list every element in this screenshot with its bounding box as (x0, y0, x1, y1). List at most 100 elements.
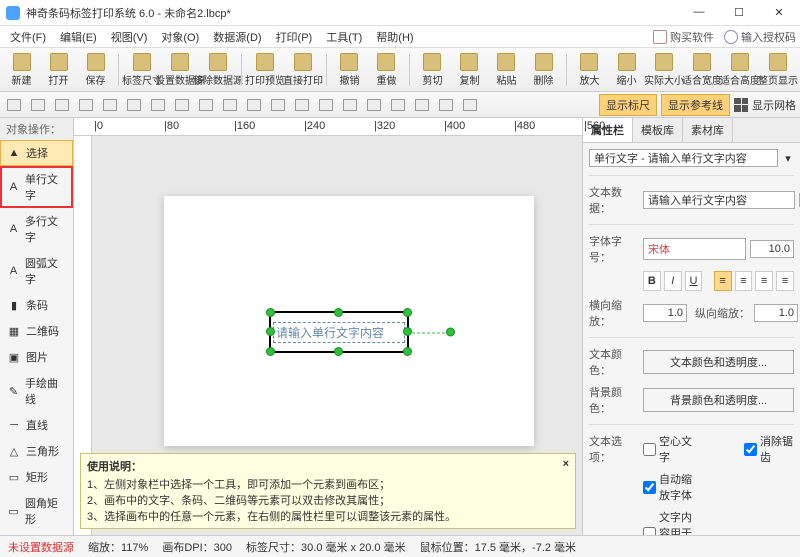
vscale-input[interactable] (754, 304, 798, 322)
align-button-15[interactable] (364, 95, 384, 115)
toolbar-删除[interactable]: 删除 (526, 51, 561, 89)
menu-tools[interactable]: 工具(T) (320, 27, 368, 47)
use-for-qr-checkbox[interactable]: 文字内容用于二维码 (643, 509, 693, 535)
hollow-text-checkbox[interactable]: 空心文字 (643, 433, 693, 465)
resize-handle-nw[interactable] (266, 308, 275, 317)
align-button-10[interactable] (244, 95, 264, 115)
tool-单行文字[interactable]: A单行文字 (0, 166, 73, 208)
menu-print[interactable]: 打印(P) (270, 27, 319, 47)
tool-矩形[interactable]: ▭矩形 (0, 464, 73, 490)
align-right-button[interactable]: ≡ (755, 271, 773, 291)
align-button-18[interactable] (436, 95, 456, 115)
resize-handle-e[interactable] (403, 327, 412, 336)
align-left-button[interactable]: ≡ (714, 271, 732, 291)
toolbar-撤销[interactable]: 撤销 (332, 51, 367, 89)
toggle-guides[interactable]: 显示参考线 (661, 94, 730, 116)
bg-color-button[interactable]: 背景颜色和透明度... (643, 388, 794, 412)
toolbar-复制[interactable]: 复制 (452, 51, 487, 89)
menu-view[interactable]: 视图(V) (105, 27, 154, 47)
resize-handle-s[interactable] (334, 347, 343, 356)
align-button-16[interactable] (388, 95, 408, 115)
maximize-button[interactable]: ☐ (724, 6, 754, 19)
font-size-input[interactable] (750, 240, 794, 258)
align-center-button[interactable]: ≡ (735, 271, 753, 291)
toolbar-直接打印[interactable]: 直接打印 (285, 51, 321, 89)
align-justify-button[interactable]: ≡ (776, 271, 794, 291)
tool-三角形[interactable]: △三角形 (0, 438, 73, 464)
canvas-area[interactable]: 请输入单行文字内容 × 使用说明： 1、左侧对象栏中选择一个工具，即可添加一个元… (74, 136, 582, 535)
resize-handle-sw[interactable] (266, 347, 275, 356)
rotate-handle[interactable] (446, 328, 455, 337)
toolbar-保存[interactable]: 保存 (78, 51, 113, 89)
buy-software-link[interactable]: 购买软件 (653, 29, 714, 45)
tool-二维码[interactable]: ▦二维码 (0, 318, 73, 344)
tool-直线[interactable]: ─直线 (0, 412, 73, 438)
resize-handle-n[interactable] (334, 308, 343, 317)
toggle-grid[interactable]: 显示网格 (734, 97, 796, 113)
autoscale-checkbox[interactable]: 自动缩放字体 (643, 471, 693, 503)
minimize-button[interactable]: — (684, 6, 714, 19)
toolbar-打印预览[interactable]: 打印预览 (247, 51, 283, 89)
tool-圆弧文字[interactable]: A圆弧文字 (0, 250, 73, 292)
toolbar-缩小[interactable]: 缩小 (609, 51, 644, 89)
toolbar-实际大小[interactable]: 实际大小 (646, 51, 682, 89)
toolbar-打开[interactable]: 打开 (41, 51, 76, 89)
align-button-8[interactable] (196, 95, 216, 115)
font-family-select[interactable]: 宋体 (643, 238, 746, 260)
resize-handle-se[interactable] (403, 347, 412, 356)
menu-datasource[interactable]: 数据源(D) (207, 27, 267, 47)
align-button-13[interactable] (316, 95, 336, 115)
toggle-ruler[interactable]: 显示标尺 (599, 94, 657, 116)
menu-edit[interactable]: 编辑(E) (54, 27, 103, 47)
align-button-17[interactable] (412, 95, 432, 115)
toolbar-粘贴[interactable]: 粘贴 (489, 51, 524, 89)
align-button-5[interactable] (124, 95, 144, 115)
menu-file[interactable]: 文件(F) (4, 27, 52, 47)
toolbar-剪切[interactable]: 剪切 (415, 51, 450, 89)
align-button-1[interactable] (28, 95, 48, 115)
tool-条码[interactable]: ▮条码 (0, 292, 73, 318)
menu-help[interactable]: 帮助(H) (370, 27, 419, 47)
align-button-9[interactable] (220, 95, 240, 115)
underline-button[interactable]: U (685, 271, 703, 291)
toolbar-整页显示[interactable]: 整页显示 (760, 51, 796, 89)
tool-选择[interactable]: ▲选择 (0, 140, 73, 166)
text-data-input[interactable] (643, 191, 795, 209)
label-page[interactable]: 请输入单行文字内容 (164, 196, 534, 446)
tab-assets[interactable]: 素材库 (683, 118, 733, 142)
close-button[interactable]: ✕ (764, 6, 794, 19)
align-button-6[interactable] (148, 95, 168, 115)
align-button-19[interactable] (460, 95, 480, 115)
resize-handle-w[interactable] (266, 327, 275, 336)
tool-圆角矩形[interactable]: ▭圆角矩形 (0, 490, 73, 532)
align-button-4[interactable] (100, 95, 120, 115)
align-button-7[interactable] (172, 95, 192, 115)
align-button-0[interactable] (4, 95, 24, 115)
toolbar-新建[interactable]: 新建 (4, 51, 39, 89)
align-button-12[interactable] (292, 95, 312, 115)
antialias-checkbox[interactable]: 消除锯齿 (744, 433, 794, 465)
text-color-button[interactable]: 文本颜色和透明度... (643, 350, 794, 374)
tool-图片[interactable]: ▣图片 (0, 344, 73, 370)
align-button-3[interactable] (76, 95, 96, 115)
toolbar-重做[interactable]: 重做 (369, 51, 404, 89)
tool-手绘曲线[interactable]: ✎手绘曲线 (0, 370, 73, 412)
italic-button[interactable]: I (664, 271, 682, 291)
toolbar-适合高度[interactable]: 适合高度 (722, 51, 758, 89)
hscale-input[interactable] (643, 304, 687, 322)
toolbar-放大[interactable]: 放大 (572, 51, 607, 89)
tab-templates[interactable]: 模板库 (633, 118, 683, 142)
tool-多行文字[interactable]: A多行文字 (0, 208, 73, 250)
align-button-14[interactable] (340, 95, 360, 115)
enter-license-link[interactable]: 输入授权码 (724, 29, 796, 45)
bold-button[interactable]: B (643, 271, 661, 291)
align-button-11[interactable] (268, 95, 288, 115)
resize-handle-ne[interactable] (403, 308, 412, 317)
align-button-2[interactable] (52, 95, 72, 115)
single-line-text-object[interactable]: 请输入单行文字内容 (269, 311, 409, 353)
toolbar-移除数据源[interactable]: 移除数据源 (200, 51, 236, 89)
menu-object[interactable]: 对象(O) (155, 27, 205, 47)
object-heading-input[interactable] (589, 149, 778, 167)
help-close-button[interactable]: × (563, 458, 569, 470)
toolbar-适合宽度[interactable]: 适合宽度 (684, 51, 720, 89)
